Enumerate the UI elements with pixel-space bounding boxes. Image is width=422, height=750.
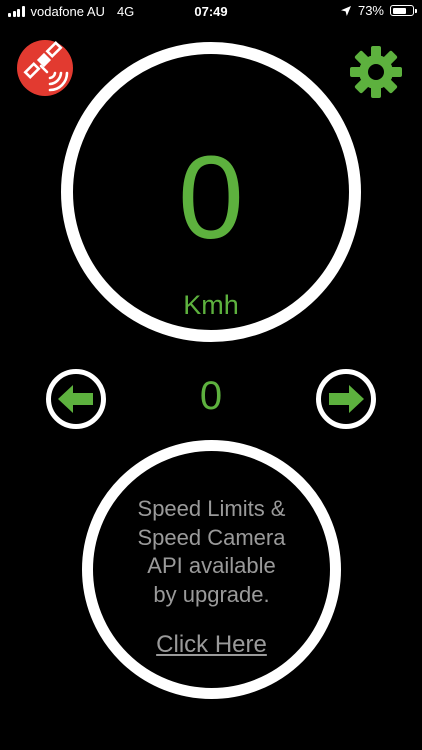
battery-fill <box>392 7 406 14</box>
speed-value: 0 <box>178 132 244 264</box>
location-arrow-icon <box>340 5 351 16</box>
battery-percent: 73% <box>357 3 384 18</box>
satellite-signal-icon <box>23 40 69 92</box>
status-bar: vodafone AU 4G 07:49 73% <box>0 0 422 26</box>
click-here-link[interactable]: Click Here <box>93 631 330 659</box>
upgrade-line: API available <box>147 553 276 578</box>
upgrade-message: Speed Limits & Speed Camera API availabl… <box>93 495 330 609</box>
gear-icon <box>350 46 402 98</box>
next-button[interactable] <box>316 369 376 429</box>
upgrade-line: by upgrade. <box>153 581 270 607</box>
speed-unit: Kmh <box>183 290 239 320</box>
status-right: 73% <box>340 3 417 18</box>
arrow-right-icon <box>329 385 364 413</box>
navigator-value: 0 <box>199 374 223 418</box>
battery-icon <box>390 5 417 16</box>
gps-button[interactable] <box>17 40 73 96</box>
upgrade-line: Speed Camera <box>137 524 286 550</box>
arrow-left-icon <box>58 385 93 413</box>
settings-button[interactable] <box>348 44 404 100</box>
upgrade-ring: Speed Limits & Speed Camera API availabl… <box>82 440 341 699</box>
upgrade-line: Speed Limits & <box>137 496 286 521</box>
previous-button[interactable] <box>46 369 106 429</box>
speedometer-ring: 0 Kmh <box>61 42 361 342</box>
